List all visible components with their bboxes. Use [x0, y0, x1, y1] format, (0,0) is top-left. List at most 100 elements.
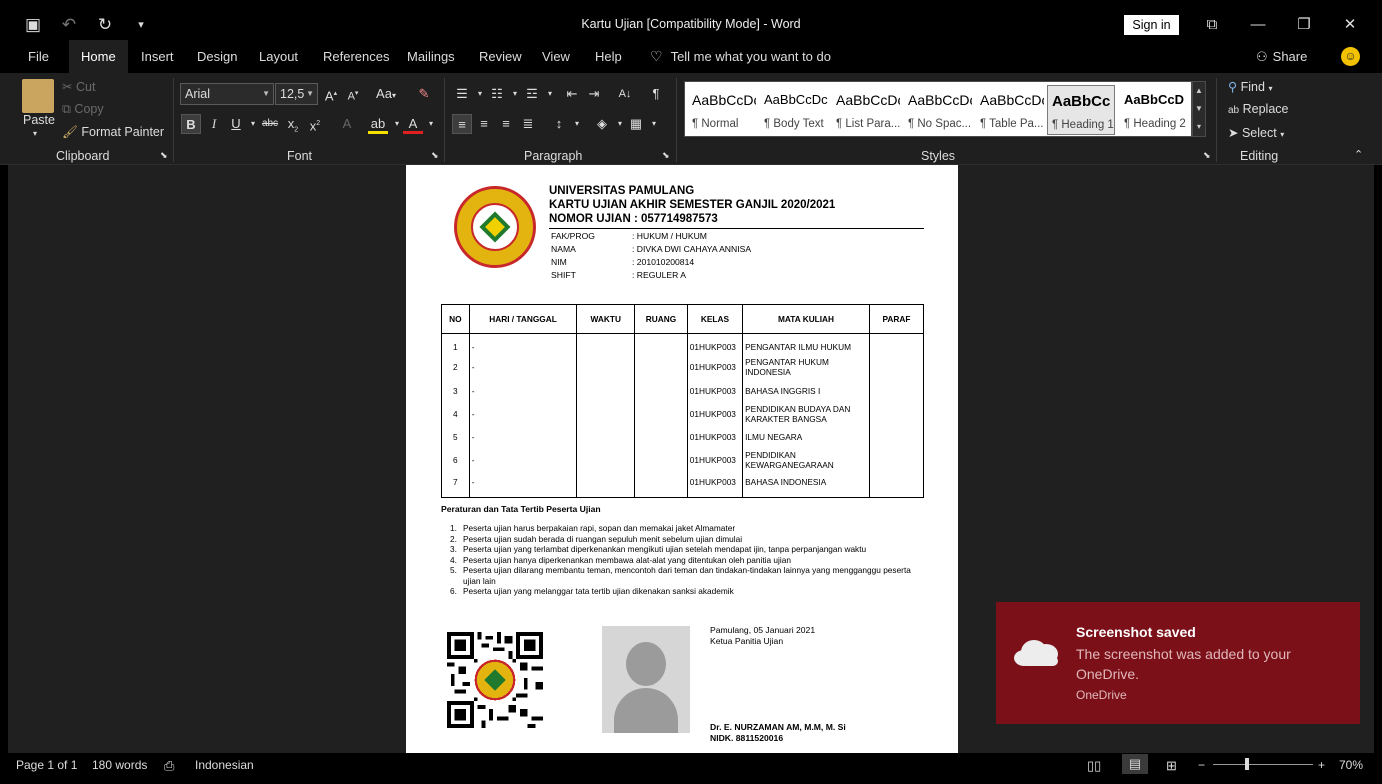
read-mode-icon[interactable]: ▯▯ — [1087, 758, 1101, 774]
subscript-icon[interactable]: x2 — [283, 114, 303, 134]
find-button[interactable]: ⚲ Find ▾ — [1228, 79, 1272, 94]
clear-formatting-icon[interactable]: ✎ — [414, 84, 434, 104]
signature-date: Pamulang, 05 Januari 2021 — [710, 625, 816, 635]
zoom-out-icon[interactable]: − — [1198, 758, 1205, 772]
tell-me-search[interactable]: ♡ Tell me what you want to do — [650, 40, 831, 73]
onedrive-notification[interactable]: Screenshot saved The screenshot was adde… — [996, 602, 1360, 724]
zoom-level[interactable]: 70% — [1339, 758, 1363, 772]
style-heading-2[interactable]: AaBbCcD ¶ Heading 2 — [1120, 85, 1188, 135]
font-launcher-icon[interactable]: ⬊ — [431, 150, 439, 161]
tab-file[interactable]: File — [16, 40, 61, 73]
align-left-icon[interactable]: ≡ — [452, 114, 472, 134]
highlight-icon[interactable]: ab — [368, 114, 388, 134]
font-name-combo[interactable]: Arial ▼ — [180, 83, 274, 105]
proofing-icon[interactable]: ⎙ — [164, 758, 174, 774]
text-effects-icon[interactable]: A — [337, 114, 357, 134]
copy-button[interactable]: ⧉ Copy — [62, 102, 104, 117]
superscript-icon[interactable]: x2 — [305, 114, 325, 134]
style-table-paragraph[interactable]: AaBbCcDc ¶ Table Pa... — [976, 85, 1044, 135]
scroll-down-icon[interactable]: ▼ — [1193, 100, 1205, 118]
decrease-indent-icon[interactable]: ⇤ — [562, 84, 582, 104]
bullets-icon[interactable]: ☰ — [452, 84, 472, 104]
pilcrow-icon[interactable]: ¶ — [646, 84, 666, 104]
select-button[interactable]: ➤ Select ▾ — [1228, 125, 1284, 140]
styles-launcher-icon[interactable]: ⬊ — [1203, 150, 1211, 161]
web-layout-icon[interactable]: ⊞ — [1166, 758, 1177, 774]
column-header: PARAF — [868, 304, 925, 334]
grow-font-icon[interactable]: A▴ — [321, 84, 341, 104]
font-color-dropdown-icon[interactable]: ▾ — [421, 114, 441, 134]
clipboard-launcher-icon[interactable]: ⬊ — [160, 150, 168, 161]
zoom-in-icon[interactable]: + — [1318, 758, 1325, 772]
format-painter-button[interactable]: 🖌 Format Painter — [62, 125, 164, 140]
style-preview: AaBbCcDc — [908, 92, 972, 108]
paragraph-launcher-icon[interactable]: ⬊ — [662, 150, 670, 161]
ribbon-display-options-icon[interactable]: ⧉ — [1199, 12, 1225, 38]
cell-room — [634, 353, 688, 381]
paste-button[interactable]: Paste — [23, 113, 55, 127]
menu-bar: File Home Insert Design Layout Reference… — [0, 40, 1382, 73]
tab-home[interactable]: Home — [69, 40, 128, 73]
feedback-smiley-icon[interactable]: ☺ — [1341, 47, 1360, 66]
line-spacing-dropdown-icon[interactable]: ▾ — [567, 114, 587, 134]
page-count[interactable]: Page 1 of 1 — [16, 758, 77, 772]
cell-no: 2 — [441, 353, 470, 381]
collapse-ribbon-icon[interactable]: ⌃ — [1354, 148, 1363, 161]
zoom-slider-track[interactable] — [1213, 764, 1313, 765]
tab-insert[interactable]: Insert — [129, 40, 186, 73]
multilevel-list-icon[interactable]: ☲ — [522, 84, 542, 104]
style-normal[interactable]: AaBbCcDc ¶ Normal — [688, 85, 756, 135]
bold-icon[interactable]: B — [181, 114, 201, 134]
borders-icon[interactable]: ▦ — [626, 114, 646, 134]
info-label: NIM — [551, 257, 567, 267]
share-button[interactable]: ⚇ Share — [1256, 40, 1307, 73]
cut-button[interactable]: ✂ Cut — [62, 79, 95, 94]
zoom-slider-thumb[interactable] — [1245, 758, 1249, 770]
font-size-combo[interactable]: 12,5 ▼ — [275, 83, 318, 105]
word-count[interactable]: 180 words — [92, 758, 147, 772]
paste-clipboard-icon[interactable] — [22, 79, 54, 113]
tab-review[interactable]: Review — [467, 40, 534, 73]
cell-time — [576, 473, 636, 498]
language-indicator[interactable]: Indonesian — [195, 758, 254, 772]
increase-indent-icon[interactable]: ⇥ — [584, 84, 604, 104]
align-right-icon[interactable]: ≡ — [496, 114, 516, 134]
italic-icon[interactable]: I — [204, 114, 224, 134]
sign-in-button[interactable]: Sign in — [1124, 15, 1179, 35]
replace-button[interactable]: ab Replace — [1228, 102, 1288, 116]
info-value: : 201010200814 — [632, 257, 695, 267]
font-color-icon[interactable]: A — [403, 114, 423, 134]
style-heading-1[interactable]: AaBbCc ¶ Heading 1 — [1047, 85, 1115, 135]
align-center-icon[interactable]: ≡ — [474, 114, 494, 134]
tab-design[interactable]: Design — [185, 40, 249, 73]
student-photo-placeholder — [602, 626, 690, 733]
print-layout-icon[interactable]: ▤ — [1122, 754, 1148, 774]
paste-dropdown-icon[interactable]: ▾ — [33, 129, 37, 138]
tab-mailings[interactable]: Mailings — [395, 40, 467, 73]
borders-dropdown-icon[interactable]: ▾ — [644, 114, 664, 134]
justify-icon[interactable]: ≣ — [518, 114, 538, 134]
tab-view[interactable]: View — [530, 40, 582, 73]
shading-icon[interactable]: ◈ — [592, 114, 612, 134]
change-case-button[interactable]: Aa▾ — [371, 84, 401, 104]
numbering-icon[interactable]: ☷ — [487, 84, 507, 104]
shrink-font-icon[interactable]: A▾ — [343, 84, 363, 104]
document-page[interactable]: UNIVERSITAS PAMULANG KARTU UJIAN AKHIR S… — [406, 165, 958, 753]
minimize-icon[interactable]: — — [1245, 12, 1271, 38]
tab-references[interactable]: References — [311, 40, 401, 73]
multilevel-dropdown-icon[interactable]: ▾ — [540, 84, 560, 104]
style-list-paragraph[interactable]: AaBbCcDc ¶ List Para... — [832, 85, 900, 135]
styles-scroll[interactable]: ▲ ▼ ▾ — [1192, 81, 1206, 137]
sort-icon[interactable]: A↓ — [615, 84, 635, 104]
style-body-text[interactable]: AaBbCcDc ¶ Body Text — [760, 85, 828, 135]
more-styles-icon[interactable]: ▾ — [1193, 118, 1205, 136]
style-no-spacing[interactable]: AaBbCcDc ¶ No Spac... — [904, 85, 972, 135]
tab-help[interactable]: Help — [583, 40, 634, 73]
strikethrough-icon[interactable]: abc — [260, 114, 280, 134]
close-icon[interactable]: ✕ — [1337, 12, 1363, 38]
tab-layout[interactable]: Layout — [247, 40, 310, 73]
line-spacing-icon[interactable]: ↕ — [549, 114, 569, 134]
scroll-up-icon[interactable]: ▲ — [1193, 82, 1205, 100]
tell-me-label: Tell me what you want to do — [670, 49, 831, 64]
maximize-icon[interactable]: ❐ — [1291, 12, 1317, 38]
